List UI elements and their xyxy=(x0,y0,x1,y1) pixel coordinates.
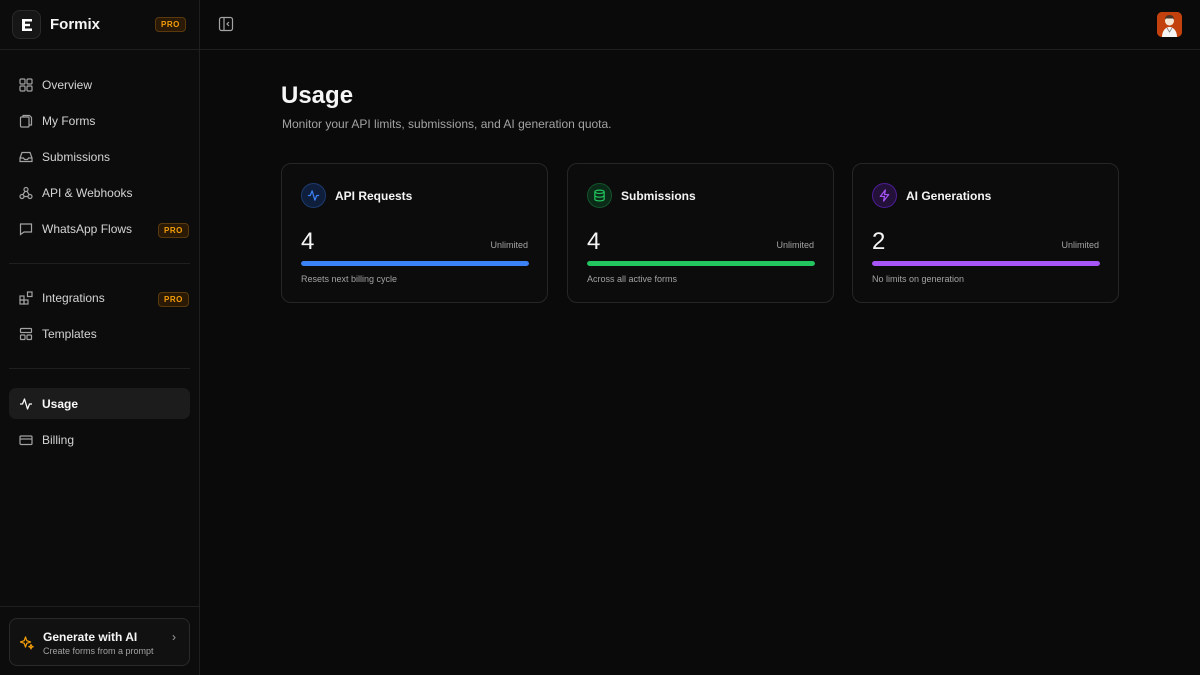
usage-card-api-requests: API Requests 4 Unlimited Resets next bil… xyxy=(281,163,548,303)
card-note: Across all active forms xyxy=(587,274,678,284)
progress-bar xyxy=(587,261,815,266)
avatar[interactable] xyxy=(1157,12,1182,37)
inbox-icon xyxy=(18,149,34,165)
progress-bar-fill xyxy=(301,261,529,266)
sidebar-divider xyxy=(9,368,190,369)
database-icon xyxy=(587,183,612,208)
sidebar-item-my-forms[interactable]: My Forms xyxy=(9,105,190,136)
sidebar: Formix PRO Overview My Forms Submissions xyxy=(0,0,200,675)
sidebar-item-integrations[interactable]: Integrations PRO xyxy=(9,282,190,313)
grid-icon xyxy=(18,77,34,93)
card-note: Resets next billing cycle xyxy=(301,274,398,284)
chevron-right-icon: › xyxy=(172,630,176,644)
sidebar-item-label: WhatsApp Flows xyxy=(42,221,133,236)
formix-logo-icon[interactable] xyxy=(12,10,41,39)
sidebar-item-label: Billing xyxy=(42,432,75,447)
activity-icon xyxy=(18,396,34,412)
sidebar-toggle-icon[interactable] xyxy=(218,16,236,34)
activity-icon xyxy=(301,183,326,208)
sparkles-icon xyxy=(19,635,35,656)
sidebar-item-api-webhooks[interactable]: API & Webhooks xyxy=(9,177,190,208)
card-title: Submissions xyxy=(621,189,696,203)
sidebar-item-billing[interactable]: Billing xyxy=(9,424,190,455)
card-limit: Unlimited xyxy=(776,240,814,250)
progress-bar xyxy=(872,261,1100,266)
brand-header: Formix PRO xyxy=(0,0,199,50)
card-limit: Unlimited xyxy=(490,240,528,250)
card-note: No limits on generation xyxy=(872,274,965,284)
progress-bar-fill xyxy=(587,261,815,266)
blocks-icon xyxy=(18,290,34,306)
sidebar-item-whatsapp-flows[interactable]: WhatsApp Flows PRO xyxy=(9,213,190,244)
card-value: 4 xyxy=(587,228,601,255)
progress-bar-fill xyxy=(872,261,1100,266)
page-title: Usage xyxy=(281,82,354,109)
sidebar-item-label: Overview xyxy=(42,77,93,92)
sidebar-divider xyxy=(9,263,190,264)
card-value: 4 xyxy=(301,228,315,255)
sidebar-item-submissions[interactable]: Submissions xyxy=(9,141,190,172)
ai-card-title: Generate with AI xyxy=(43,630,138,644)
usage-card-submissions: Submissions 4 Unlimited Across all activ… xyxy=(567,163,834,303)
card-title: API Requests xyxy=(335,189,413,203)
files-icon xyxy=(18,113,34,129)
progress-bar xyxy=(301,261,529,266)
sidebar-item-usage[interactable]: Usage xyxy=(9,388,190,419)
sidebar-item-label: Usage xyxy=(42,396,79,411)
card-title: AI Generations xyxy=(906,189,992,203)
credit-card-icon xyxy=(18,432,34,448)
pro-badge: PRO xyxy=(158,223,189,238)
pro-badge: PRO xyxy=(158,292,189,307)
sidebar-item-label: My Forms xyxy=(42,113,96,128)
layout-icon xyxy=(18,326,34,342)
sidebar-footer: Generate with AI Create forms from a pro… xyxy=(0,606,199,675)
message-icon xyxy=(18,221,34,237)
webhook-icon xyxy=(18,185,34,201)
ai-card-subtitle: Create forms from a prompt xyxy=(43,646,154,656)
sidebar-item-overview[interactable]: Overview xyxy=(9,69,190,100)
generate-with-ai-button[interactable]: Generate with AI Create forms from a pro… xyxy=(9,618,190,666)
usage-card-ai-generations: AI Generations 2 Unlimited No limits on … xyxy=(852,163,1119,303)
card-limit: Unlimited xyxy=(1061,240,1099,250)
sidebar-item-label: Submissions xyxy=(42,149,111,164)
top-bar xyxy=(200,0,1200,50)
brand-name: Formix xyxy=(50,16,101,33)
pro-badge: PRO xyxy=(155,17,186,32)
sidebar-item-label: API & Webhooks xyxy=(42,185,133,200)
sidebar-item-label: Integrations xyxy=(42,290,105,305)
card-value: 2 xyxy=(872,228,886,255)
sidebar-item-templates[interactable]: Templates xyxy=(9,318,190,349)
zap-icon xyxy=(872,183,897,208)
page-subtitle: Monitor your API limits, submissions, an… xyxy=(282,117,612,131)
sidebar-item-label: Templates xyxy=(42,326,97,341)
